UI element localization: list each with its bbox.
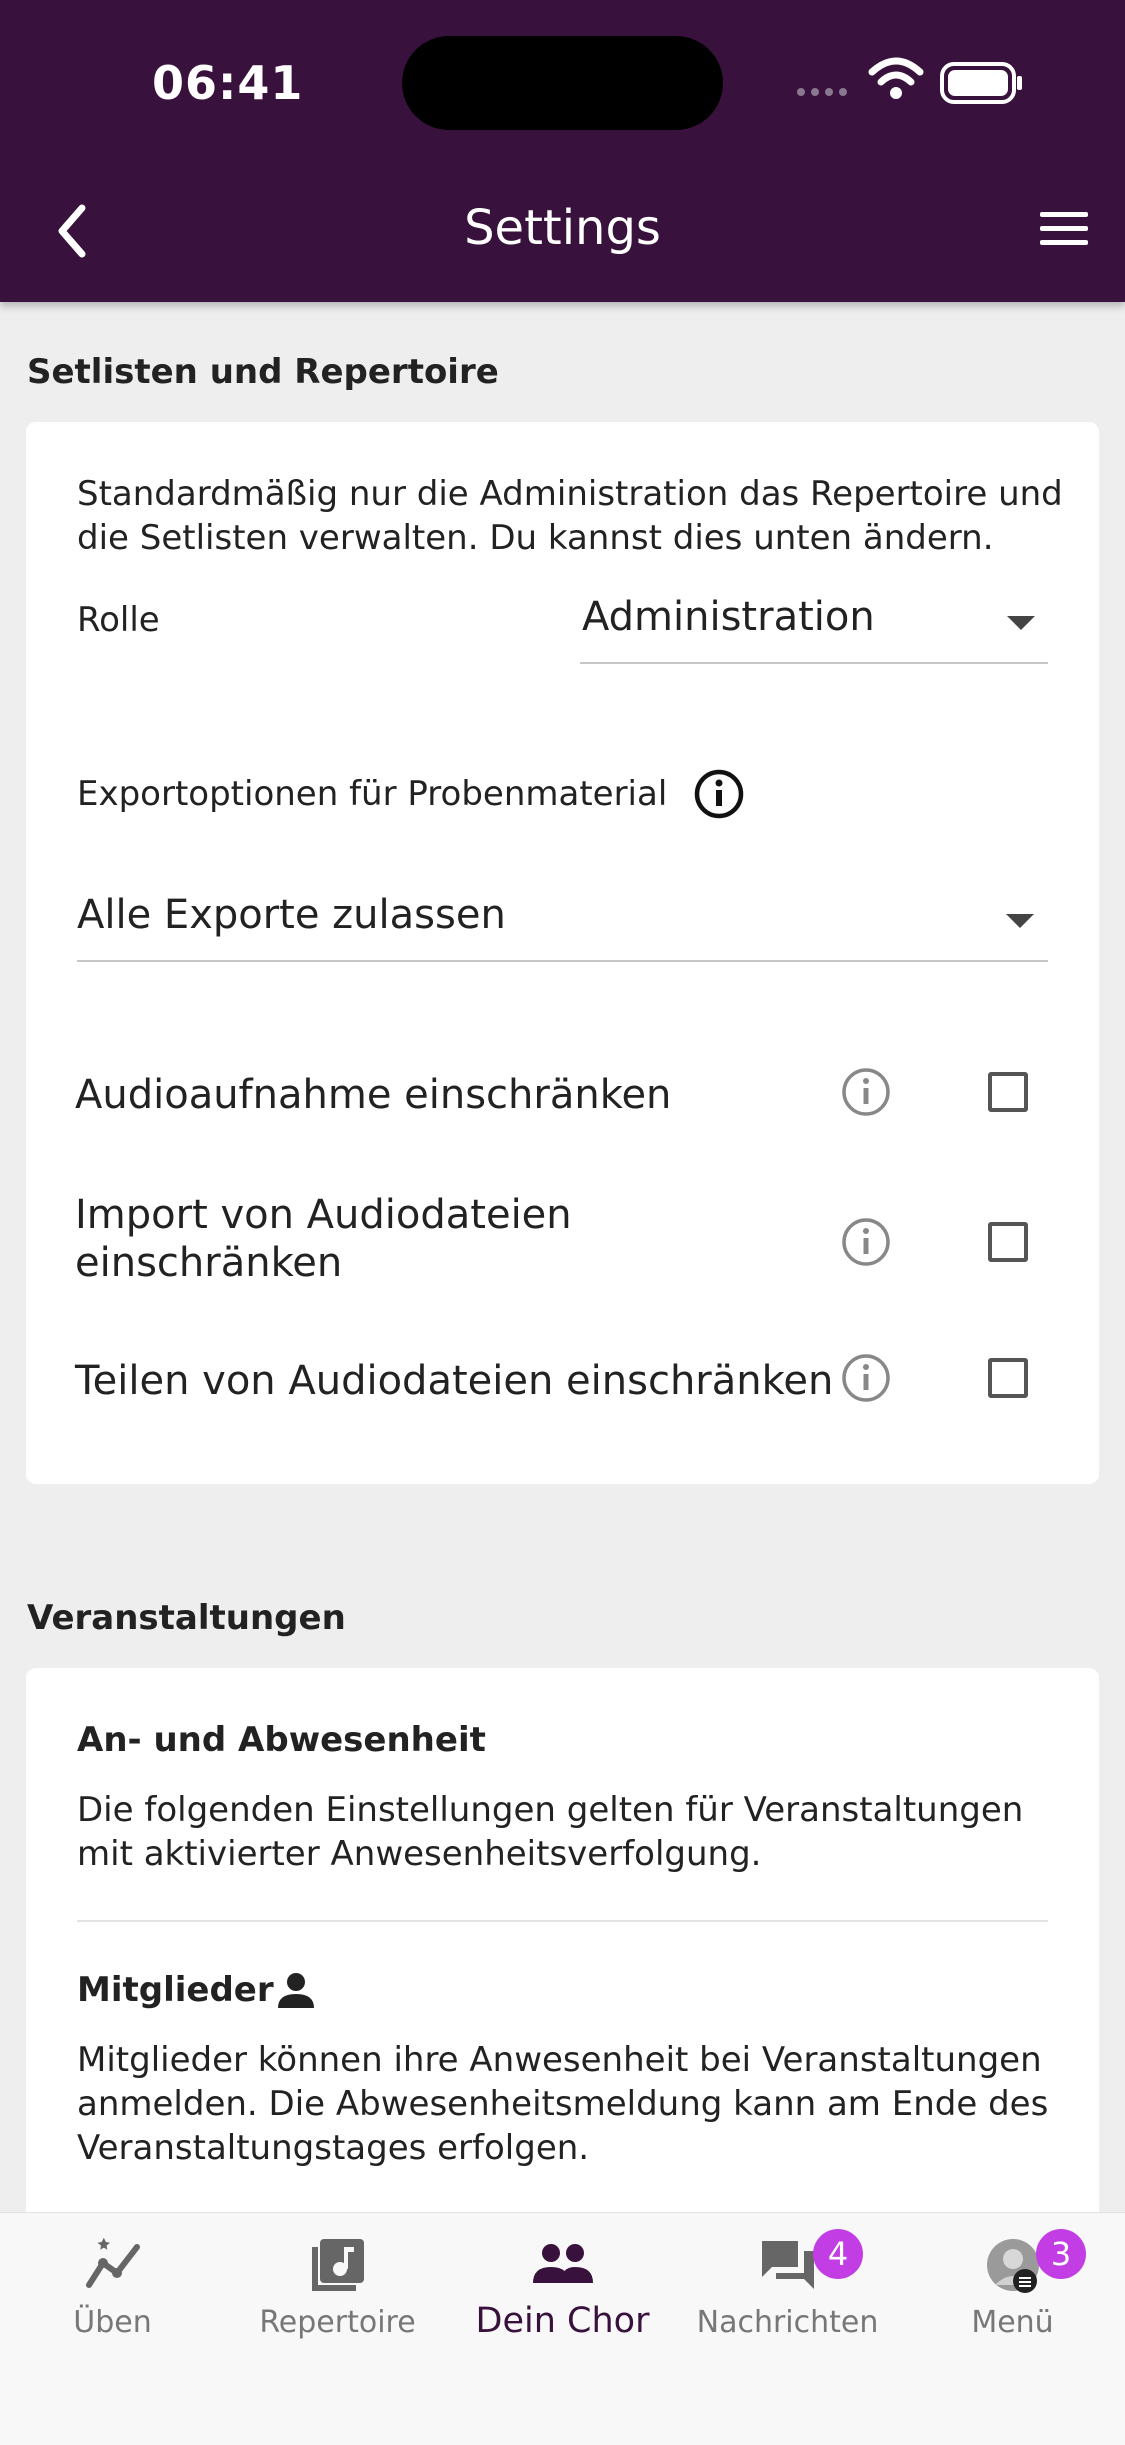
chevron-down-icon [1007,616,1035,630]
attendance-description-1: Die folgenden Einstellungen gelten für V… [77,1790,1024,1830]
members-title: Mitglieder [77,1970,274,2010]
setlists-card: Standardmäßig nur die Administration das… [26,422,1099,1484]
notification-badge: 3 [1036,2229,1086,2279]
option-label: Teilen von Audiodateien einschränken [75,1358,834,1404]
export-options-label: Exportoptionen für Probenmaterial [77,774,668,814]
description-line-1: Standardmäßig nur die Administration das… [77,474,1063,514]
chat-icon [761,2241,814,2289]
tab-label: Üben [73,2305,152,2340]
option-label: Audioaufnahme einschränken [75,1072,672,1118]
audio-sharing-checkbox[interactable] [988,1358,1028,1398]
tab-label: Menü [971,2305,1054,2340]
music-note-icon [311,2239,364,2291]
hamburger-menu-button[interactable] [1036,206,1092,252]
page-title: Settings [464,200,661,256]
tab-dein-chor[interactable]: Dein Chor [450,2213,675,2363]
info-icon[interactable] [693,768,745,820]
chart-line-icon [85,2237,140,2288]
battery-icon [940,62,1022,104]
notification-badge: 4 [813,2229,863,2279]
wifi-icon [868,57,924,99]
tab-nachrichten[interactable]: 4 Nachrichten [675,2213,900,2363]
divider [77,1920,1048,1922]
members-description-3: Veranstaltungstages erfolgen. [77,2128,590,2168]
dynamic-island [402,36,723,130]
tab-label: Nachrichten [696,2305,879,2340]
audio-recording-checkbox[interactable] [988,1072,1028,1112]
option-row-audio-import: Import von Audiodateien einschränken [26,1172,1099,1302]
attendance-title: An- und Abwesenheit [77,1720,486,1760]
info-icon[interactable] [840,1066,892,1118]
bottom-tab-bar: Üben Repertoire Dein Chor 4 Nachrichten … [0,2212,1125,2445]
tab-repertoire[interactable]: Repertoire [225,2213,450,2363]
info-icon[interactable] [840,1216,892,1268]
description-line-2: die Setlisten verwalten. Du kannst dies … [77,518,994,558]
export-select-value: Alle Exporte zulassen [77,892,506,938]
status-time: 06:41 [152,56,304,110]
avatar-icon [986,2239,1039,2293]
tab-label: Repertoire [259,2305,416,2340]
option-label-line-2: einschränken [75,1240,343,1286]
attendance-description-2: mit aktivierter Anwesenheitsverfolgung. [77,1834,762,1874]
role-select-value: Administration [582,594,875,640]
option-label: Import von Audiodateien [75,1192,572,1238]
chevron-down-icon [1006,914,1034,928]
option-row-audio-sharing: Teilen von Audiodateien einschränken [26,1328,1099,1428]
people-icon [532,2244,593,2283]
tab-label: Dein Chor [475,2301,650,2341]
tab-menu[interactable]: 3 Menü [900,2213,1125,2363]
members-description-2: anmelden. Die Abwesenheitsmeldung kann a… [77,2084,1049,2124]
signal-icon [797,88,847,96]
section-title-events: Veranstaltungen [27,1598,346,1638]
members-description-1: Mitglieder können ihre Anwesenheit bei V… [77,2040,1042,2080]
role-label: Rolle [77,600,160,640]
app-header: 06:41 Settings [0,0,1125,302]
export-options-select[interactable]: Alle Exporte zulassen [77,872,1048,962]
person-icon [278,1973,314,2008]
section-title-setlists: Setlisten und Repertoire [27,352,499,392]
role-select[interactable]: Administration [580,582,1048,664]
info-icon[interactable] [840,1352,892,1404]
events-card: An- und Abwesenheit Die folgenden Einste… [26,1668,1099,2268]
audio-import-checkbox[interactable] [988,1222,1028,1262]
option-row-audio-recording: Audioaufnahme einschränken [26,1042,1099,1142]
tab-ueben[interactable]: Üben [0,2213,225,2363]
